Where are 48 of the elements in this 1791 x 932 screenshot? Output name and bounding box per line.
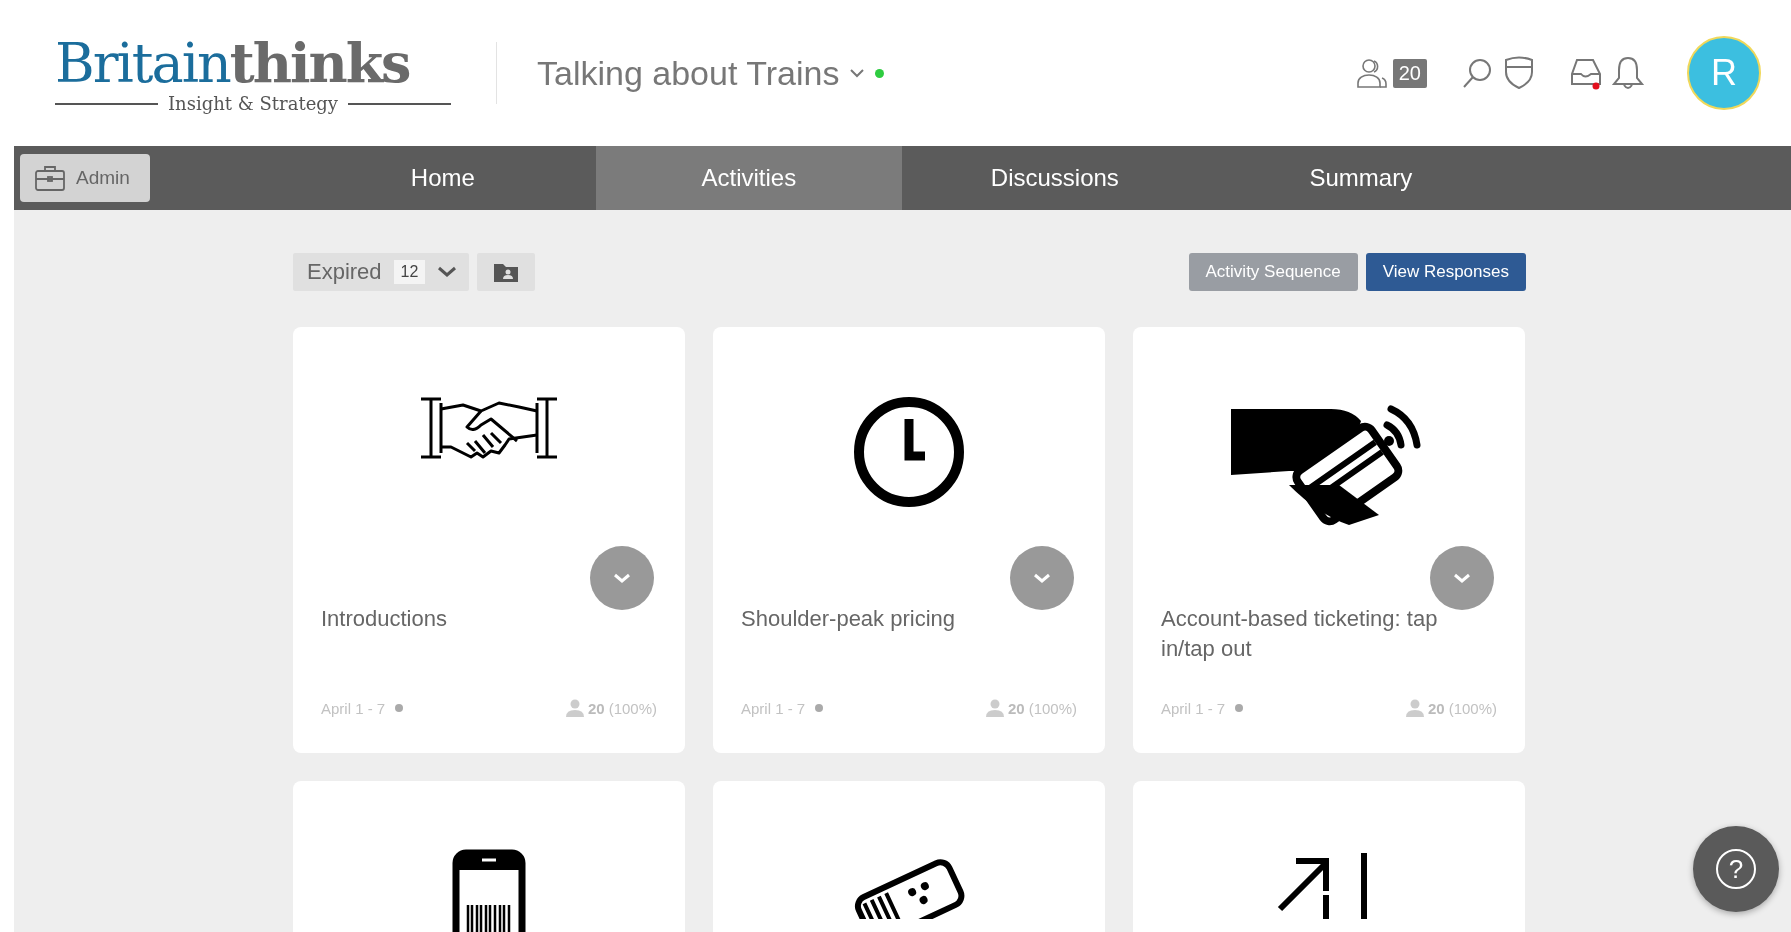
response-count: 20 bbox=[587, 699, 605, 717]
response-count: 20 bbox=[1007, 699, 1025, 717]
bell-icon[interactable] bbox=[1611, 55, 1645, 91]
project-title[interactable]: Talking about Trains bbox=[537, 53, 840, 93]
chevron-down-icon bbox=[1033, 573, 1051, 583]
nav-tab[interactable]: Summary bbox=[1207, 146, 1514, 210]
nav-tab[interactable]: Activities bbox=[595, 146, 902, 210]
activity-title[interactable]: Introductions bbox=[321, 604, 657, 694]
status-dot bbox=[815, 704, 824, 712]
response-percent: (100%) bbox=[608, 699, 657, 717]
chevron-down-icon bbox=[1453, 573, 1471, 583]
person-icon bbox=[565, 699, 584, 717]
activity-card[interactable]: Shoulder-peak pricing April 1 - 7 20 (100%) bbox=[713, 327, 1105, 753]
logo-tagline: Insight & Strategy bbox=[168, 93, 338, 114]
person-icon bbox=[1405, 699, 1424, 717]
status-dot bbox=[1235, 704, 1244, 712]
date-range: April 1 - 7 bbox=[1161, 699, 1226, 717]
folder-icon bbox=[493, 261, 520, 283]
participant-count: 20 bbox=[1392, 58, 1427, 88]
inbox-icon[interactable] bbox=[1569, 56, 1603, 90]
logo-text: Britainthinks bbox=[55, 32, 411, 95]
nav-tab[interactable]: Home bbox=[289, 146, 596, 210]
status-dot bbox=[395, 704, 404, 712]
person-icon bbox=[985, 699, 1004, 717]
activity-title[interactable]: Account-based ticketing: tap in/tap out bbox=[1161, 604, 1497, 694]
nav-tab[interactable]: Discussions bbox=[901, 146, 1208, 210]
briefcase-icon bbox=[34, 164, 66, 192]
status-filter-dropdown[interactable]: Expired 12 bbox=[293, 253, 470, 291]
folder-button[interactable] bbox=[477, 253, 536, 291]
activity-card[interactable]: Introductions April 1 - 7 20 (100%) bbox=[293, 327, 685, 753]
chevron-down-icon bbox=[437, 266, 458, 278]
action-button[interactable]: View Responses bbox=[1365, 253, 1526, 291]
response-count: 20 bbox=[1427, 699, 1445, 717]
date-range: April 1 - 7 bbox=[741, 699, 806, 717]
chevron-down-icon[interactable] bbox=[849, 68, 866, 78]
response-percent: (100%) bbox=[1448, 699, 1497, 717]
activity-title[interactable]: Shoulder-peak pricing bbox=[741, 604, 1077, 694]
chevron-down-icon bbox=[613, 573, 631, 583]
users-icon[interactable] bbox=[1354, 56, 1389, 90]
clock-icon bbox=[852, 395, 966, 509]
search-icon[interactable] bbox=[1461, 57, 1493, 89]
response-percent: (100%) bbox=[1028, 699, 1077, 717]
activity-card[interactable]: Account-based ticketing: tap in/tap out April 1 - 7 20 (100%) bbox=[1133, 327, 1525, 753]
date-range: April 1 - 7 bbox=[321, 699, 386, 717]
help-button[interactable]: ? bbox=[1693, 826, 1779, 912]
admin-button[interactable]: Admin bbox=[20, 154, 150, 202]
phone-barcode-icon bbox=[452, 849, 526, 932]
shield-icon[interactable] bbox=[1503, 56, 1535, 90]
